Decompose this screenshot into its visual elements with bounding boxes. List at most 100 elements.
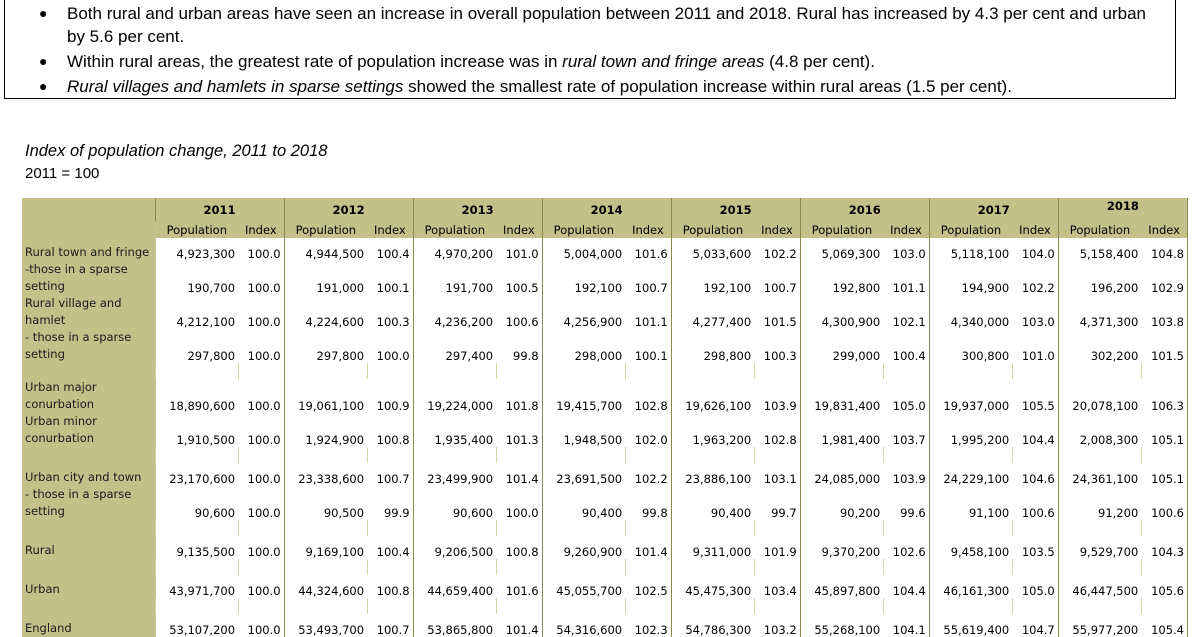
index-cell: 100.0 bbox=[238, 261, 285, 295]
population-cell: 1,924,900 bbox=[283, 413, 368, 447]
index-cell: 102.2 bbox=[625, 463, 672, 486]
population-cell: 19,224,000 bbox=[412, 379, 497, 413]
empty-cell bbox=[670, 447, 755, 463]
row-label: Rural village and hamlet bbox=[22, 295, 156, 329]
row-label-line: conurbation bbox=[25, 431, 95, 445]
index-cell: 99.8 bbox=[496, 329, 543, 363]
table-row: Urban city and town 23,170,600 100.0 23,338… bbox=[22, 463, 1189, 486]
row-label bbox=[22, 598, 156, 614]
index-cell: 99.6 bbox=[883, 486, 930, 520]
index-cell: 101.0 bbox=[496, 238, 543, 261]
population-cell: 9,529,700 bbox=[1057, 536, 1142, 559]
index-column-header: Index bbox=[496, 221, 543, 238]
index-cell: 103.7 bbox=[883, 413, 930, 447]
index-cell: 101.5 bbox=[754, 295, 801, 329]
empty-cell bbox=[541, 559, 626, 575]
population-cell: 23,691,500 bbox=[541, 463, 626, 486]
index-cell: 105.0 bbox=[883, 379, 930, 413]
bullet-segment: showed the smallest rate of population i… bbox=[403, 77, 1012, 96]
row-label-line: Rural village and bbox=[25, 296, 122, 310]
table-row: - those in a sparse setting 297,800 100.0 29… bbox=[22, 329, 1189, 363]
population-cell: 90,400 bbox=[670, 486, 755, 520]
empty-cell bbox=[1057, 559, 1142, 575]
population-table-container: 2011 2012 2013 2014 2015 2016 2017 2018 Populati… bbox=[22, 198, 1189, 637]
population-cell: 19,831,400 bbox=[799, 379, 884, 413]
empty-cell bbox=[928, 598, 1013, 614]
index-cell: 104.4 bbox=[1012, 413, 1059, 447]
index-cell: 102.8 bbox=[754, 413, 801, 447]
empty-cell bbox=[283, 363, 368, 379]
population-cell: 192,100 bbox=[541, 261, 626, 295]
row-label: Rural bbox=[22, 536, 156, 559]
empty-cell bbox=[1140, 598, 1189, 614]
row-label-line: setting bbox=[25, 279, 65, 293]
index-cell: 100.5 bbox=[496, 261, 543, 295]
index-cell: 100.3 bbox=[754, 329, 801, 363]
index-column-header: Index bbox=[754, 221, 801, 238]
population-cell: 194,900 bbox=[928, 261, 1013, 295]
empty-cell bbox=[1011, 598, 1059, 614]
empty-cell bbox=[753, 559, 801, 575]
population-column-header: Population bbox=[283, 221, 368, 238]
year-header-row: 2011 2012 2013 2014 2015 2016 2017 2018 bbox=[22, 198, 1189, 221]
index-cell: 100.0 bbox=[238, 575, 285, 598]
empty-cell bbox=[154, 559, 239, 575]
population-cell: 192,800 bbox=[799, 261, 884, 295]
empty-cell bbox=[670, 559, 755, 575]
empty-cell bbox=[753, 363, 801, 379]
population-cell: 1,935,400 bbox=[412, 413, 497, 447]
year-header: 2017 bbox=[929, 198, 1059, 221]
population-cell: 24,229,100 bbox=[928, 463, 1013, 486]
bullet-segment: Within rural areas, the greatest rate of… bbox=[67, 52, 563, 71]
population-cell: 5,069,300 bbox=[799, 238, 884, 261]
empty-cell bbox=[882, 598, 930, 614]
population-cell: 4,944,500 bbox=[283, 238, 368, 261]
empty-cell bbox=[624, 598, 672, 614]
population-cell: 191,000 bbox=[283, 261, 368, 295]
index-cell: 101.3 bbox=[496, 413, 543, 447]
empty-cell bbox=[237, 520, 285, 536]
row-label-line: hamlet bbox=[25, 313, 66, 327]
index-cell: 101.4 bbox=[625, 536, 672, 559]
empty-cell bbox=[1011, 559, 1059, 575]
index-column-header: Index bbox=[238, 221, 285, 238]
population-cell: 54,316,600 bbox=[541, 614, 626, 637]
population-cell: 297,400 bbox=[412, 329, 497, 363]
index-cell: 102.2 bbox=[754, 238, 801, 261]
empty-cell bbox=[237, 559, 285, 575]
bullet-dot-icon: ● bbox=[39, 53, 48, 69]
spacer-row bbox=[22, 520, 1189, 536]
population-cell: 4,970,200 bbox=[412, 238, 497, 261]
population-cell: 55,619,400 bbox=[928, 614, 1013, 637]
index-cell: 101.0 bbox=[1012, 329, 1059, 363]
index-cell: 105.0 bbox=[1012, 575, 1059, 598]
index-cell: 100.7 bbox=[367, 463, 414, 486]
row-label-line: Urban city and town bbox=[25, 470, 142, 484]
empty-cell bbox=[624, 559, 672, 575]
row-label bbox=[22, 447, 156, 463]
table-row: Rural village and hamlet 4,212,100 100.0 4,2… bbox=[22, 295, 1189, 329]
population-cell: 191,700 bbox=[412, 261, 497, 295]
population-cell: 9,311,000 bbox=[670, 536, 755, 559]
population-cell: 19,061,100 bbox=[283, 379, 368, 413]
population-cell: 9,206,500 bbox=[412, 536, 497, 559]
empty-cell bbox=[753, 447, 801, 463]
population-cell: 45,475,300 bbox=[670, 575, 755, 598]
year-header: 2015 bbox=[671, 198, 801, 221]
index-cell: 100.9 bbox=[367, 379, 414, 413]
year-header: 2014 bbox=[542, 198, 672, 221]
index-cell: 103.0 bbox=[1012, 295, 1059, 329]
table-row: Rural town and fringe 4,923,300 100.0 4,944… bbox=[22, 238, 1189, 261]
empty-cell bbox=[624, 363, 672, 379]
population-cell: 90,400 bbox=[541, 486, 626, 520]
population-cell: 23,170,600 bbox=[154, 463, 239, 486]
index-cell: 100.8 bbox=[367, 413, 414, 447]
empty-cell bbox=[1011, 520, 1059, 536]
index-column-header: Index bbox=[625, 221, 672, 238]
population-column-header: Population bbox=[928, 221, 1013, 238]
population-cell: 196,200 bbox=[1057, 261, 1142, 295]
population-cell: 45,897,800 bbox=[799, 575, 884, 598]
row-label bbox=[22, 559, 156, 575]
index-cell: 103.0 bbox=[883, 238, 930, 261]
index-cell: 100.0 bbox=[496, 486, 543, 520]
